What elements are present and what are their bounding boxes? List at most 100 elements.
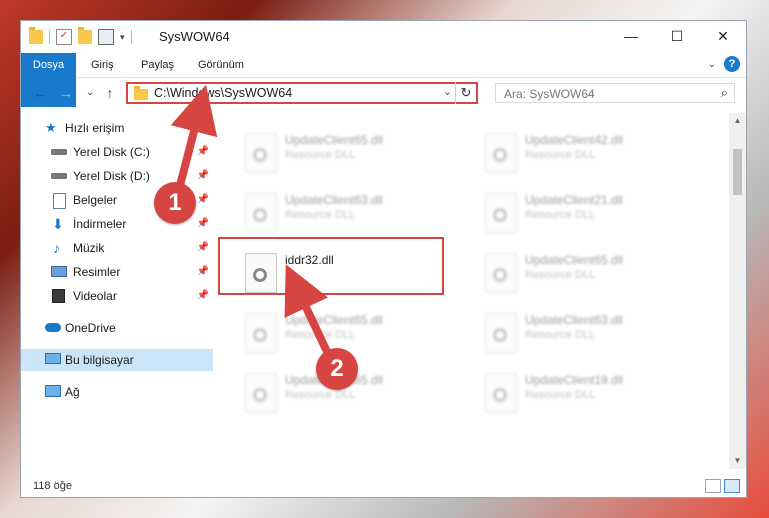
close-button[interactable]: ✕ (700, 21, 746, 51)
sidebar-item-videos[interactable]: Videolar 📌 (21, 285, 213, 307)
address-bar[interactable]: C:\Windows\SysWOW64 ⌄ ↻ (126, 82, 478, 104)
dll-file-icon (245, 313, 277, 353)
videos-icon (52, 289, 65, 303)
file-item[interactable]: UpdateClient63.dll Resource DLL (479, 307, 704, 361)
sidebar-item-pictures[interactable]: Resimler 📌 (21, 261, 213, 283)
file-type: Resource DLL (285, 329, 356, 341)
quick-access-toolbar: ✓ ▾ (29, 27, 132, 45)
properties-check-icon[interactable]: ✓ (56, 29, 72, 45)
chevron-down-icon[interactable]: ⌄ (443, 85, 452, 98)
details-view-icon[interactable] (705, 479, 721, 493)
separator (49, 30, 50, 44)
dll-file-icon (245, 193, 277, 233)
separator (130, 30, 132, 44)
sidebar-item-label: Yerel Disk (D:) (73, 169, 150, 183)
sidebar-item-network[interactable]: Ağ (21, 381, 213, 403)
callout-number-2: 2 (316, 348, 358, 390)
file-name: UpdateClient21.dll (525, 193, 624, 207)
navigation-bar: ← → ⌄ ↑ C:\Windows\SysWOW64 ⌄ ↻ ⌕ (21, 79, 746, 107)
help-icon[interactable]: ? (724, 56, 740, 72)
pin-icon[interactable]: 📌 (197, 261, 209, 283)
file-item[interactable]: UpdateClient42.dll Resource DLL (479, 127, 704, 181)
download-icon: ⬇ (52, 216, 64, 232)
file-item[interactable]: UpdateClient65.dll Resource DLL (479, 247, 704, 301)
maximize-button[interactable]: ☐ (654, 21, 700, 51)
ribbon-tabs: Dosya Giriş Paylaş Görünüm ⌄ ? (21, 53, 746, 107)
highlight-annotation (218, 237, 444, 295)
sidebar-item-label: Belgeler (73, 193, 118, 207)
file-name: UpdateClient65.dll (285, 133, 384, 147)
sidebar-item-label: Resimler (73, 265, 121, 279)
file-name: UpdateClient42.dll (525, 133, 624, 147)
magnifier-icon[interactable]: ⌕ (721, 85, 728, 101)
tab-share[interactable]: Paylaş (141, 53, 174, 77)
tab-home[interactable]: Giriş (91, 53, 114, 77)
sidebar-item-local-disk-c[interactable]: Yerel Disk (C:) 📌 (21, 141, 213, 163)
music-icon: ♪ (53, 240, 60, 256)
pin-icon[interactable]: 📌 (197, 141, 209, 163)
pin-icon[interactable]: 📌 (197, 237, 209, 259)
file-name: UpdateClient65.dll (285, 313, 384, 327)
pin-icon[interactable]: 📌 (197, 213, 209, 235)
sidebar-item-quick-access[interactable]: ★ Hızlı erişim (21, 117, 213, 139)
file-type: Resource DLL (285, 389, 356, 401)
pin-icon[interactable]: 📌 (197, 189, 209, 211)
gear-icon (493, 328, 507, 342)
dll-file-icon (485, 253, 517, 293)
file-item[interactable]: UpdateClient65.dll Resource DLL (239, 127, 464, 181)
scroll-down-icon[interactable]: ▼ (729, 453, 746, 469)
gear-icon (253, 328, 267, 342)
pin-icon[interactable]: 📌 (197, 285, 209, 307)
file-item[interactable]: UpdateClient21.dll Resource DLL (479, 187, 704, 241)
address-path[interactable]: C:\Windows\SysWOW64 (154, 86, 292, 100)
sidebar-item-label: Ağ (65, 385, 80, 399)
item-count: 118 öğe (33, 480, 72, 492)
sidebar-item-music[interactable]: ♪ Müzik 📌 (21, 237, 213, 259)
file-name: UpdateClient63.dll (285, 193, 384, 207)
customize-toolbar-icon[interactable] (98, 29, 114, 45)
status-bar: 118 öğe (21, 475, 746, 497)
scroll-up-icon[interactable]: ▲ (729, 113, 746, 129)
large-icons-view-icon[interactable] (724, 479, 740, 493)
dll-file-icon (485, 313, 517, 353)
folder-icon[interactable] (29, 27, 43, 44)
pin-icon[interactable]: 📌 (197, 165, 209, 187)
up-button[interactable]: ↑ (101, 83, 119, 103)
star-icon: ★ (45, 120, 57, 135)
sidebar-item-this-pc[interactable]: Bu bilgisayar (21, 349, 213, 371)
recent-locations-button[interactable]: ⌄ (81, 83, 99, 103)
pictures-icon (51, 266, 67, 277)
new-folder-icon[interactable] (78, 27, 92, 44)
chevron-down-icon[interactable]: ▾ (120, 32, 125, 43)
folder-icon (134, 86, 148, 100)
sidebar-item-label: Müzik (73, 241, 105, 255)
file-type: Resource DLL (525, 269, 596, 281)
sidebar-item-onedrive[interactable]: OneDrive (21, 317, 213, 339)
file-type: Resource DLL (525, 389, 596, 401)
cloud-icon (45, 323, 61, 332)
file-name: UpdateClient65.dll (525, 253, 624, 267)
file-item[interactable]: UpdateClient63.dll Resource DLL (239, 187, 464, 241)
refresh-button[interactable]: ↻ (455, 82, 476, 104)
scroll-thumb[interactable] (733, 149, 742, 195)
search-input[interactable] (502, 85, 706, 103)
sidebar-item-label: Videolar (73, 289, 117, 303)
minimize-button[interactable]: — (608, 21, 654, 51)
vertical-scrollbar[interactable]: ▲ ▼ (729, 113, 746, 469)
file-name: UpdateClient63.dll (525, 313, 624, 327)
file-item[interactable]: UpdateClient19.dll Resource DLL (479, 367, 704, 421)
gear-icon (253, 208, 267, 222)
back-button[interactable]: ← (31, 83, 49, 103)
file-type: Resource DLL (525, 149, 596, 161)
expand-ribbon-icon[interactable]: ⌄ (708, 59, 716, 70)
navigation-pane: ★ Hızlı erişim Yerel Disk (C:) 📌 Yerel D… (21, 117, 213, 469)
callout-number-1: 1 (154, 182, 196, 224)
file-name: UpdateClient19.dll (525, 373, 624, 387)
computer-icon (45, 353, 61, 364)
dll-file-icon (245, 133, 277, 173)
tab-view[interactable]: Görünüm (198, 53, 244, 77)
gear-icon (493, 208, 507, 222)
search-box[interactable]: ⌕ (495, 83, 735, 103)
file-type: Resource DLL (525, 209, 596, 221)
forward-button[interactable]: → (57, 83, 75, 103)
